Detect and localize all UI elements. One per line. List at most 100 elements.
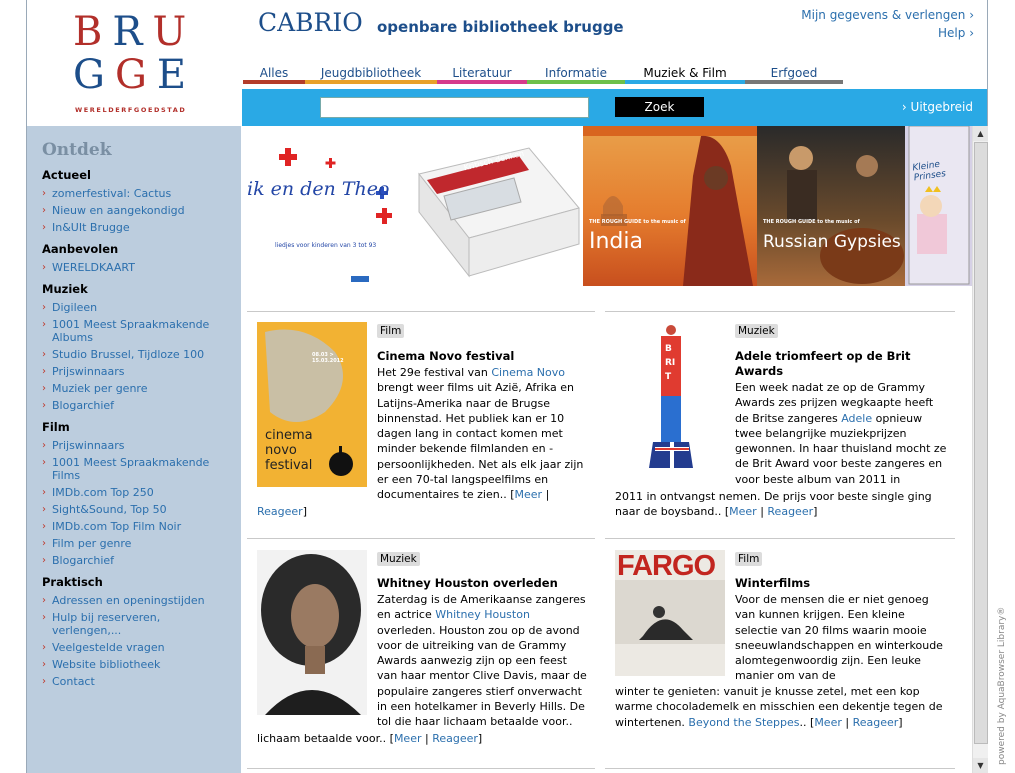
sidebar-item[interactable]: › Veelgestelde vragen — [42, 641, 237, 654]
divider — [605, 311, 955, 312]
site-title[interactable]: CABRIO — [258, 8, 363, 37]
divider — [247, 311, 595, 312]
account-link[interactable]: Mijn gegevens & verlengen › — [801, 6, 974, 24]
sidebar-item[interactable]: › zomerfestival: Cactus — [42, 187, 237, 200]
sidebar-item[interactable]: › IMDb.com Top 250 — [42, 486, 237, 499]
poster-title: FARGO — [617, 550, 716, 582]
sidebar-item[interactable]: › In&UIt Brugge — [42, 221, 237, 234]
sidebar-item[interactable]: › Studio Brussel, Tijdloze 100 — [42, 348, 237, 361]
banner-item-india[interactable]: THE ROUGH GUIDE to the music of India — [583, 126, 757, 286]
banner-title: India — [589, 229, 643, 254]
sidebar: Ontdek Actueel › zomerfestival: Cactus › N… — [27, 126, 241, 773]
logo-line-1: BRU — [73, 9, 197, 55]
react-link[interactable]: Reageer — [432, 732, 478, 745]
help-link[interactable]: Help › — [801, 24, 974, 42]
sidebar-item[interactable]: › Prijswinnaars — [42, 439, 237, 452]
article-title[interactable]: Adele triomfeert op de Brit Awards — [735, 349, 950, 379]
article-title[interactable]: Winterfilms — [735, 576, 950, 591]
sidebar-item[interactable]: › Hulp bij reserveren, verlengen,... — [42, 611, 237, 637]
section-title-praktisch: Praktisch — [42, 575, 103, 589]
scrollbar-thumb[interactable] — [974, 142, 988, 744]
top-links: Mijn gegevens & verlengen › Help › — [801, 6, 974, 42]
sidebar-item[interactable]: › Website bibliotheek — [42, 658, 237, 671]
tab-alles[interactable]: Alles — [243, 64, 305, 84]
banner-item-ik-en-den-theo[interactable]: ik en den Theo liedjes voor kinderen van… — [243, 126, 409, 286]
sidebar-item[interactable]: › IMDb.com Top Film Noir — [42, 520, 237, 533]
poster-date: 08.03 > 15.03.2012 — [312, 352, 344, 364]
sidebar-item[interactable]: › Nieuw en aangekondigd — [42, 204, 237, 217]
banner-item-kritisch-denken[interactable]: Kritisch denken — [409, 126, 581, 286]
inline-link[interactable]: Adele — [841, 412, 872, 425]
divider — [247, 538, 595, 539]
sidebar-item[interactable]: › Film per genre — [42, 537, 237, 550]
scroll-down-arrow-icon[interactable]: ▼ — [973, 758, 988, 773]
banner-kicker: THE ROUGH GUIDE to the music of — [589, 219, 686, 225]
inline-link[interactable]: Cinema Novo — [491, 366, 565, 379]
inline-link[interactable]: Beyond the Steppes — [688, 716, 799, 729]
category-badge[interactable]: Muziek — [735, 324, 778, 338]
react-link[interactable]: Reageer — [257, 505, 303, 518]
fargo-thumbnail[interactable]: FARGO — [615, 550, 725, 676]
scroll-up-arrow-icon[interactable]: ▲ — [973, 126, 988, 141]
search-button[interactable]: Zoek — [615, 97, 704, 117]
read-more-link[interactable]: Meer — [394, 732, 422, 745]
sidebar-item[interactable]: › Sight&Sound, Top 50 — [42, 503, 237, 516]
prinses-illustration — [905, 126, 972, 286]
banner-item-kleine-prinses[interactable]: Kleine Prinses — [905, 126, 972, 286]
tab-erfgoed[interactable]: Erfgoed — [745, 64, 843, 84]
sidebar-item[interactable]: › Adressen en openingstijden — [42, 594, 237, 607]
left-gutter — [0, 0, 26, 773]
powered-by[interactable]: powered by AquaBrowser Library® — [992, 600, 1008, 770]
logo-line-2: GGE — [73, 52, 197, 98]
sidebar-heading: Ontdek — [42, 140, 112, 160]
search-bar: Zoek › Uitgebreid — [242, 89, 987, 126]
sidebar-item[interactable]: › 1001 Meest Spraakmakende Films — [42, 456, 237, 482]
article-body: winter te genieten: vanuit je knusse zet… — [615, 685, 943, 729]
sidebar-item[interactable]: › Blogarchief — [42, 554, 237, 567]
tab-informatie[interactable]: Informatie — [527, 64, 625, 84]
book-box-illustration — [418, 147, 580, 278]
portrait-illustration — [257, 550, 367, 715]
section-title-film: Film — [42, 420, 70, 434]
react-link[interactable]: Reageer — [853, 716, 899, 729]
sidebar-item[interactable]: › Blogarchief — [42, 399, 237, 412]
tab-literatuur[interactable]: Literatuur — [437, 64, 527, 84]
tab-jeugdbibliotheek[interactable]: Jeugdbibliotheek — [305, 64, 437, 84]
react-link[interactable]: Reageer — [767, 505, 813, 518]
banner-item-russian-gypsies[interactable]: THE ROUGH GUIDE to the music of Russian … — [757, 126, 905, 286]
sidebar-item[interactable]: › 1001 Meest Spraakmakende Albums — [42, 318, 237, 344]
inline-link[interactable]: Whitney Houston — [435, 608, 530, 621]
advanced-search-link[interactable]: › Uitgebreid — [902, 100, 973, 114]
statue-text: BRIT — [665, 344, 676, 382]
category-badge[interactable]: Film — [377, 324, 405, 338]
read-more-link[interactable]: Meer — [515, 488, 543, 501]
sidebar-item[interactable]: › Muziek per genre — [42, 382, 237, 395]
brit-award-thumbnail[interactable]: BRIT — [647, 322, 707, 470]
logo-tagline: WERELDERFGOEDSTAD — [75, 106, 187, 114]
article-title[interactable]: Cinema Novo festival — [377, 349, 587, 364]
read-more-link[interactable]: Meer — [729, 505, 757, 518]
category-badge[interactable]: Film — [735, 552, 763, 566]
sidebar-item[interactable]: › WERELDKAART — [42, 261, 237, 274]
brugge-logo[interactable]: BRU GGE WERELDERFGOEDSTAD — [27, 0, 241, 126]
category-badge[interactable]: Muziek — [377, 552, 420, 566]
divider — [605, 538, 955, 539]
tab-muziek-film[interactable]: Muziek & Film — [625, 64, 745, 84]
cinema-novo-thumbnail[interactable]: 08.03 > 15.03.2012 cinema novo festival — [257, 322, 367, 487]
article-footer: lichaam betaalde voor.. [Meer | Reageer] — [257, 732, 483, 745]
sidebar-item[interactable]: › Prijswinnaars — [42, 365, 237, 378]
banner-illustration — [279, 148, 392, 282]
powered-by-text: powered by AquaBrowser Library® — [997, 606, 1007, 765]
vertical-scrollbar[interactable]: ▲ ▼ — [972, 126, 988, 773]
banner-title: ik en den Theo — [247, 178, 390, 200]
sidebar-item[interactable]: › Digileen — [42, 301, 237, 314]
banner-title: Russian Gypsies — [763, 232, 901, 252]
article-footer: 2011 in ontvangst nemen. De prijs voor b… — [615, 490, 932, 519]
read-more-link[interactable]: Meer — [814, 716, 842, 729]
brit-statue-illustration — [647, 322, 707, 470]
section-title-muziek: Muziek — [42, 282, 88, 296]
whitney-houston-thumbnail[interactable] — [257, 550, 367, 715]
search-input[interactable] — [320, 97, 589, 118]
article-title[interactable]: Whitney Houston overleden — [377, 576, 587, 591]
sidebar-item[interactable]: › Contact — [42, 675, 237, 688]
